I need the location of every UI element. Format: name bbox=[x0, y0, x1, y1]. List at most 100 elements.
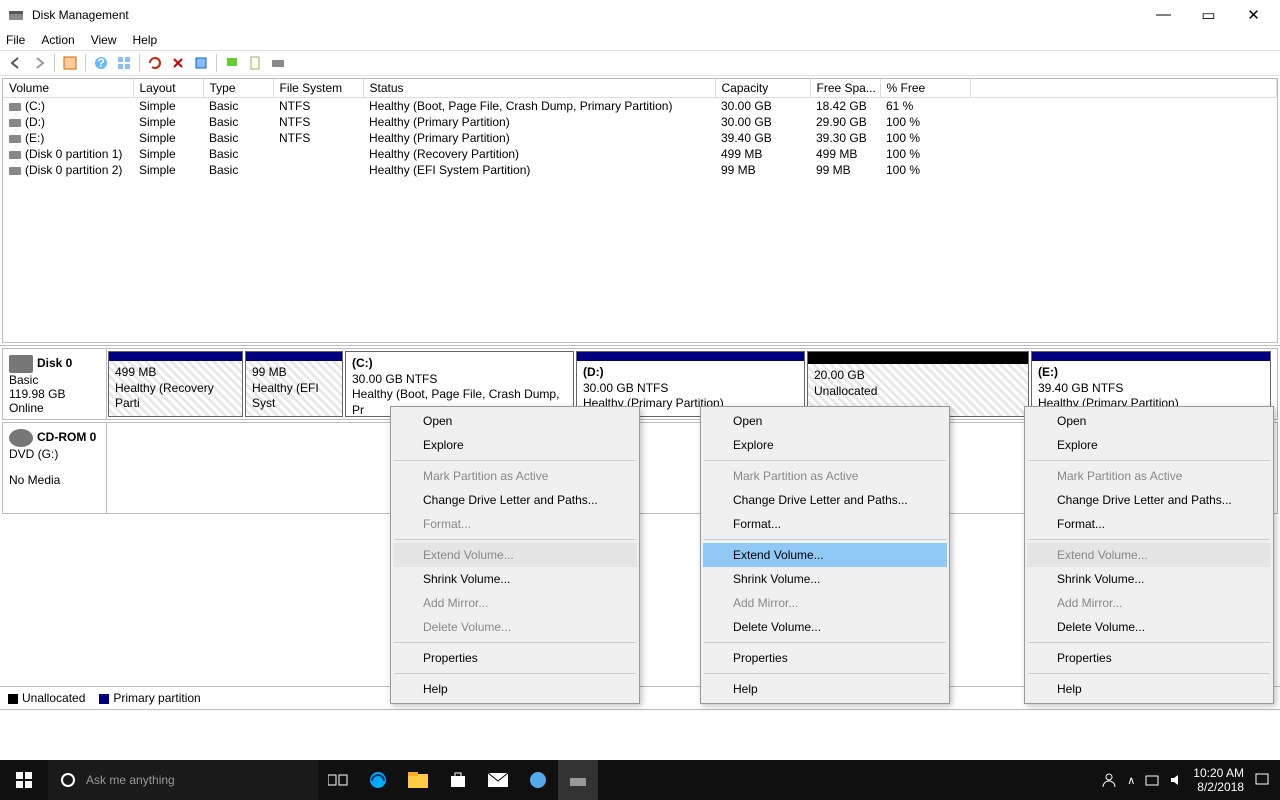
menu-help[interactable]: Help bbox=[133, 33, 158, 47]
menu-item: Delete Volume... bbox=[393, 615, 637, 639]
menu-item[interactable]: Help bbox=[703, 677, 947, 701]
table-row[interactable]: (E:)SimpleBasicNTFSHealthy (Primary Part… bbox=[3, 130, 1277, 146]
task-view-icon[interactable] bbox=[318, 760, 358, 800]
menu-action[interactable]: Action bbox=[41, 33, 74, 47]
edge-icon[interactable] bbox=[358, 760, 398, 800]
menu-separator bbox=[394, 642, 636, 643]
menu-bar: File Action View Help bbox=[0, 30, 1280, 50]
doc-icon[interactable] bbox=[245, 53, 265, 73]
menu-item[interactable]: Help bbox=[1027, 677, 1271, 701]
close-button[interactable]: ✕ bbox=[1241, 6, 1266, 24]
menu-item[interactable]: Open bbox=[1027, 409, 1271, 433]
search-box[interactable]: Ask me anything bbox=[48, 760, 318, 800]
table-row[interactable]: (D:)SimpleBasicNTFSHealthy (Primary Part… bbox=[3, 114, 1277, 130]
disk-info[interactable]: CD-ROM 0DVD (G:)No Media bbox=[3, 423, 107, 513]
taskbar-date[interactable]: 8/2/2018 bbox=[1193, 780, 1244, 794]
settings-icon[interactable] bbox=[191, 53, 211, 73]
col-fs[interactable]: File System bbox=[273, 79, 363, 98]
maximize-button[interactable]: ▭ bbox=[1196, 6, 1221, 24]
col-layout[interactable]: Layout bbox=[133, 79, 203, 98]
menu-separator bbox=[704, 642, 946, 643]
system-tray: ∧ 10:20 AM 8/2/2018 bbox=[1101, 766, 1280, 795]
menu-separator bbox=[704, 460, 946, 461]
menu-item[interactable]: Properties bbox=[393, 646, 637, 670]
menu-item[interactable]: Open bbox=[703, 409, 947, 433]
col-pct[interactable]: % Free bbox=[880, 79, 970, 98]
forward-icon[interactable] bbox=[29, 53, 49, 73]
menu-separator bbox=[1028, 642, 1270, 643]
menu-item[interactable]: Explore bbox=[1027, 433, 1271, 457]
props-icon[interactable] bbox=[60, 53, 80, 73]
grid-icon[interactable] bbox=[114, 53, 134, 73]
search-placeholder: Ask me anything bbox=[86, 773, 175, 787]
menu-item[interactable]: Help bbox=[393, 677, 637, 701]
delete-icon[interactable] bbox=[168, 53, 188, 73]
refresh-icon[interactable] bbox=[145, 53, 165, 73]
minimize-button[interactable]: — bbox=[1151, 6, 1176, 24]
menu-file[interactable]: File bbox=[6, 33, 25, 47]
menu-item[interactable]: Format... bbox=[703, 512, 947, 536]
notifications-icon[interactable] bbox=[1254, 772, 1270, 788]
start-button[interactable] bbox=[0, 760, 48, 800]
menu-item[interactable]: Delete Volume... bbox=[1027, 615, 1271, 639]
table-row[interactable]: (C:)SimpleBasicNTFSHealthy (Boot, Page F… bbox=[3, 98, 1277, 114]
menu-item[interactable]: Properties bbox=[1027, 646, 1271, 670]
volume-icon bbox=[9, 103, 21, 111]
menu-item: Extend Volume... bbox=[1027, 543, 1271, 567]
menu-separator bbox=[1028, 539, 1270, 540]
separator bbox=[54, 54, 55, 72]
menu-item[interactable]: Shrink Volume... bbox=[393, 567, 637, 591]
taskbar-time[interactable]: 10:20 AM bbox=[1193, 766, 1244, 780]
col-status[interactable]: Status bbox=[363, 79, 715, 98]
menu-item[interactable]: Change Drive Letter and Paths... bbox=[703, 488, 947, 512]
menu-view[interactable]: View bbox=[91, 33, 117, 47]
menu-item: Extend Volume... bbox=[393, 543, 637, 567]
menu-separator bbox=[1028, 673, 1270, 674]
menu-item[interactable]: Explore bbox=[393, 433, 637, 457]
volume-icon[interactable] bbox=[1169, 773, 1183, 787]
col-capacity[interactable]: Capacity bbox=[715, 79, 810, 98]
people-icon[interactable] bbox=[1101, 772, 1117, 788]
chevron-up-icon[interactable]: ∧ bbox=[1127, 774, 1135, 787]
menu-separator bbox=[1028, 460, 1270, 461]
menu-item[interactable]: Change Drive Letter and Paths... bbox=[1027, 488, 1271, 512]
store-icon[interactable] bbox=[438, 760, 478, 800]
menu-item[interactable]: Format... bbox=[1027, 512, 1271, 536]
separator bbox=[216, 54, 217, 72]
menu-separator bbox=[704, 539, 946, 540]
window-title: Disk Management bbox=[32, 8, 129, 22]
col-free[interactable]: Free Spa... bbox=[810, 79, 880, 98]
menu-separator bbox=[704, 673, 946, 674]
menu-item[interactable]: Shrink Volume... bbox=[703, 567, 947, 591]
table-row[interactable]: (Disk 0 partition 1)SimpleBasicHealthy (… bbox=[3, 146, 1277, 162]
menu-item[interactable]: Extend Volume... bbox=[703, 543, 947, 567]
app1-icon[interactable] bbox=[518, 760, 558, 800]
table-row[interactable]: (Disk 0 partition 2)SimpleBasicHealthy (… bbox=[3, 162, 1277, 178]
network-icon[interactable] bbox=[1145, 773, 1159, 787]
menu-item[interactable]: Delete Volume... bbox=[703, 615, 947, 639]
col-volume[interactable]: Volume bbox=[3, 79, 133, 98]
volume-icon bbox=[9, 151, 21, 159]
menu-item[interactable]: Open bbox=[393, 409, 637, 433]
context-menu: OpenExploreMark Partition as ActiveChang… bbox=[1024, 406, 1274, 704]
mail-icon[interactable] bbox=[478, 760, 518, 800]
help-icon[interactable]: ? bbox=[91, 53, 111, 73]
menu-item[interactable]: Properties bbox=[703, 646, 947, 670]
taskbar: Ask me anything ∧ 10:20 AM 8/2/2018 bbox=[0, 760, 1280, 800]
col-spacer bbox=[970, 79, 1277, 98]
menu-separator bbox=[394, 460, 636, 461]
flag-icon[interactable] bbox=[222, 53, 242, 73]
menu-item: Mark Partition as Active bbox=[703, 464, 947, 488]
disk-info[interactable]: Disk 0Basic119.98 GBOnline bbox=[3, 349, 107, 419]
menu-separator bbox=[394, 539, 636, 540]
menu-item[interactable]: Shrink Volume... bbox=[1027, 567, 1271, 591]
partition[interactable]: 99 MBHealthy (EFI Syst bbox=[245, 351, 343, 417]
menu-item[interactable]: Change Drive Letter and Paths... bbox=[393, 488, 637, 512]
col-type[interactable]: Type bbox=[203, 79, 273, 98]
menu-item[interactable]: Explore bbox=[703, 433, 947, 457]
explorer-icon[interactable] bbox=[398, 760, 438, 800]
partition[interactable]: 499 MBHealthy (Recovery Parti bbox=[108, 351, 243, 417]
app2-icon[interactable] bbox=[558, 760, 598, 800]
back-icon[interactable] bbox=[6, 53, 26, 73]
disk-icon[interactable] bbox=[268, 53, 288, 73]
